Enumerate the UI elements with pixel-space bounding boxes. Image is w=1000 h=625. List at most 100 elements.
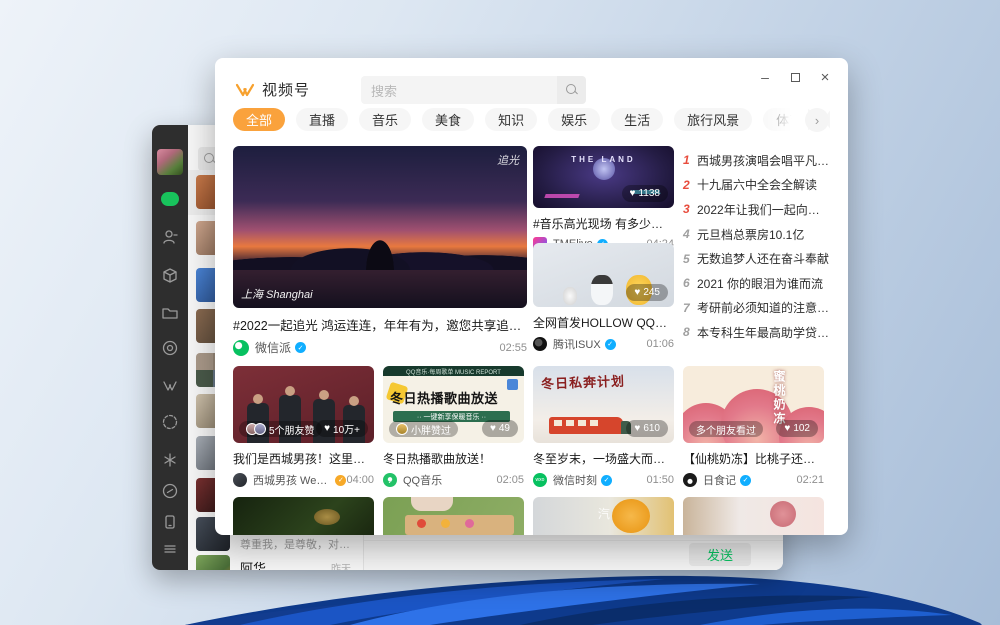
- account-avatar[interactable]: [533, 337, 547, 351]
- channels-nav-button[interactable]: [160, 376, 180, 396]
- tab-entertainment[interactable]: 娱乐: [548, 108, 600, 131]
- tab-food[interactable]: 美食: [422, 108, 474, 131]
- heart-icon: ♥: [324, 423, 330, 434]
- app-title: 视频号: [262, 79, 310, 100]
- mobile-button[interactable]: [160, 512, 180, 532]
- search-input[interactable]: 搜索: [361, 76, 557, 104]
- account-name[interactable]: 日食记: [703, 472, 736, 488]
- video-card[interactable]: 汽: [533, 497, 674, 535]
- trending-item[interactable]: 62021 你的眼泪为谁而流: [683, 271, 830, 296]
- video-card[interactable]: 蜜桃奶冻 多个朋友看过 ♥102 【仙桃奶冻】比桃子还鲜甜比... 日食记 ✓ …: [683, 366, 824, 488]
- video-thumbnail[interactable]: 汽: [533, 497, 674, 535]
- chats-nav-button[interactable]: [160, 189, 180, 209]
- trending-item[interactable]: 32022年让我们一起向未来出...: [683, 197, 830, 222]
- video-caption: 全网首发HOLLOW QQ开箱视...: [533, 314, 674, 331]
- folder-icon: [161, 304, 179, 322]
- account-row: 西城男孩 Westlife ✓ 04:00: [233, 472, 374, 488]
- tab-travel[interactable]: 旅行风景: [674, 108, 752, 131]
- trending-item[interactable]: 4元旦档总票房10.1亿: [683, 222, 830, 247]
- video-card[interactable]: [683, 497, 824, 535]
- account-name[interactable]: 西城男孩 Westlife: [253, 472, 331, 488]
- close-button[interactable]: ×: [816, 68, 834, 86]
- video-card[interactable]: ♥245 全网首发HOLLOW QQ开箱视... 腾讯ISUX ✓ 01:06: [533, 243, 674, 352]
- tab-music[interactable]: 音乐: [359, 108, 411, 131]
- maximize-button[interactable]: [786, 68, 804, 86]
- minimize-button[interactable]: –: [756, 68, 774, 86]
- account-avatar[interactable]: [233, 340, 249, 356]
- thumb-watermark: 追光: [497, 152, 519, 168]
- video-card-featured[interactable]: 追光 上海 Shanghai #2022一起追光 鸿运连连，年年有为，邀您共享追…: [233, 146, 527, 356]
- chat-message-preview: 尊重我，是尊敬，对我说...: [240, 536, 356, 552]
- chat-contact-name[interactable]: 阿华: [240, 558, 266, 570]
- tab-knowledge[interactable]: 知识: [485, 108, 537, 131]
- trending-item[interactable]: 1西城男孩演唱会唱平凡之路: [683, 148, 830, 173]
- video-thumbnail[interactable]: 5个朋友赞 ♥10万+: [233, 366, 374, 443]
- chat-bubble-icon: [161, 192, 179, 206]
- account-name[interactable]: QQ音乐: [403, 472, 442, 488]
- video-card[interactable]: 冬日私奔计划 ♥610 冬至岁末，一场盛大而浪漫的... wxo 微信时刻 ✓ …: [533, 366, 674, 488]
- video-card[interactable]: [383, 497, 524, 535]
- video-card[interactable]: THE LAND ♥1138 #音乐高光现场 有多少青春故... TMElive…: [533, 146, 674, 251]
- video-thumbnail[interactable]: 冬日私奔计划 ♥610: [533, 366, 674, 443]
- trending-item[interactable]: 8本专科生年最高助学贷款1.2万: [683, 320, 830, 345]
- video-thumbnail[interactable]: 蜜桃奶冻 多个朋友看过 ♥102: [683, 366, 824, 443]
- video-thumbnail[interactable]: ♥245: [533, 243, 674, 307]
- search-button[interactable]: [557, 76, 586, 104]
- files-nav-button[interactable]: [160, 303, 180, 323]
- send-button[interactable]: 发送: [689, 543, 751, 566]
- account-avatar[interactable]: wxo: [533, 473, 547, 487]
- account-avatar[interactable]: [683, 473, 697, 487]
- phone-link-button[interactable]: [160, 481, 180, 501]
- video-caption: #音乐高光现场 有多少青春故...: [533, 215, 674, 232]
- account-avatar[interactable]: [233, 473, 247, 487]
- heart-icon: ♥: [784, 423, 790, 434]
- tab-live[interactable]: 直播: [296, 108, 348, 131]
- input-divider: [364, 540, 783, 541]
- moments-nav-button[interactable]: [160, 338, 180, 358]
- like-count: ♥610: [626, 420, 668, 437]
- mini-program-icon: [161, 413, 179, 431]
- video-card[interactable]: QQ音乐·每周歌单 MUSIC REPORT 冬日热播歌曲放送 ·· 一键新享保…: [383, 366, 524, 488]
- account-row: wxo 微信时刻 ✓ 01:50: [533, 472, 674, 488]
- search-bar: 搜索: [361, 76, 586, 104]
- tab-life[interactable]: 生活: [611, 108, 663, 131]
- video-card[interactable]: 5个朋友赞 ♥10万+ 我们是西城男孩！这里是我们... 西城男孩 Westli…: [233, 366, 374, 488]
- verified-badge-icon: ✓: [295, 342, 306, 353]
- mascot-figure: [563, 287, 577, 305]
- channels-window: 视频号 搜索 – × 全部 直播 音乐 美食 知识 娱乐 生活 旅行风景 体育 …: [215, 58, 848, 535]
- favorites-nav-button[interactable]: [160, 265, 180, 285]
- person-icon: [161, 228, 179, 246]
- account-avatar[interactable]: ♪: [383, 473, 397, 487]
- trending-item[interactable]: 2十九届六中全会全解读: [683, 173, 830, 198]
- video-thumbnail[interactable]: [683, 497, 824, 535]
- video-thumbnail[interactable]: QQ音乐·每周歌单 MUSIC REPORT 冬日热播歌曲放送 ·· 一键新享保…: [383, 366, 524, 443]
- tabs-scroll-right-button[interactable]: ›: [805, 108, 829, 132]
- sparkle-icon: [161, 451, 179, 469]
- trending-item[interactable]: 7考研前必须知道的注意事项: [683, 296, 830, 321]
- account-name[interactable]: 微信时刻: [553, 472, 597, 488]
- tabs-fade-overlay: [753, 106, 808, 136]
- account-name[interactable]: 微信派: [255, 339, 291, 356]
- mini-programs-nav-button[interactable]: [160, 412, 180, 432]
- friend-avatar: [254, 423, 266, 435]
- video-card[interactable]: [233, 497, 374, 535]
- account-row: 腾讯ISUX ✓ 01:06: [533, 336, 674, 352]
- account-row: ♪ QQ音乐 02:05: [383, 472, 524, 488]
- video-thumbnail[interactable]: [233, 497, 374, 535]
- trending-item[interactable]: 5无数追梦人还在奋斗奉献: [683, 246, 830, 271]
- chat-avatar-ahua[interactable]: [196, 555, 230, 570]
- verified-badge-icon: ✓: [740, 475, 751, 486]
- like-count: ♥245: [626, 284, 668, 301]
- tab-all[interactable]: 全部: [233, 108, 285, 131]
- search-tool-nav-button[interactable]: [160, 450, 180, 470]
- menu-button[interactable]: [160, 539, 180, 559]
- account-name[interactable]: 腾讯ISUX: [553, 336, 601, 352]
- video-thumbnail[interactable]: THE LAND ♥1138: [533, 146, 674, 208]
- video-thumbnail[interactable]: [383, 497, 524, 535]
- contacts-nav-button[interactable]: [160, 227, 180, 247]
- heart-icon: ♥: [634, 423, 640, 434]
- link-icon: [161, 482, 179, 500]
- search-icon: [566, 84, 578, 96]
- video-thumbnail[interactable]: 追光 上海 Shanghai: [233, 146, 527, 308]
- user-avatar[interactable]: [157, 149, 183, 175]
